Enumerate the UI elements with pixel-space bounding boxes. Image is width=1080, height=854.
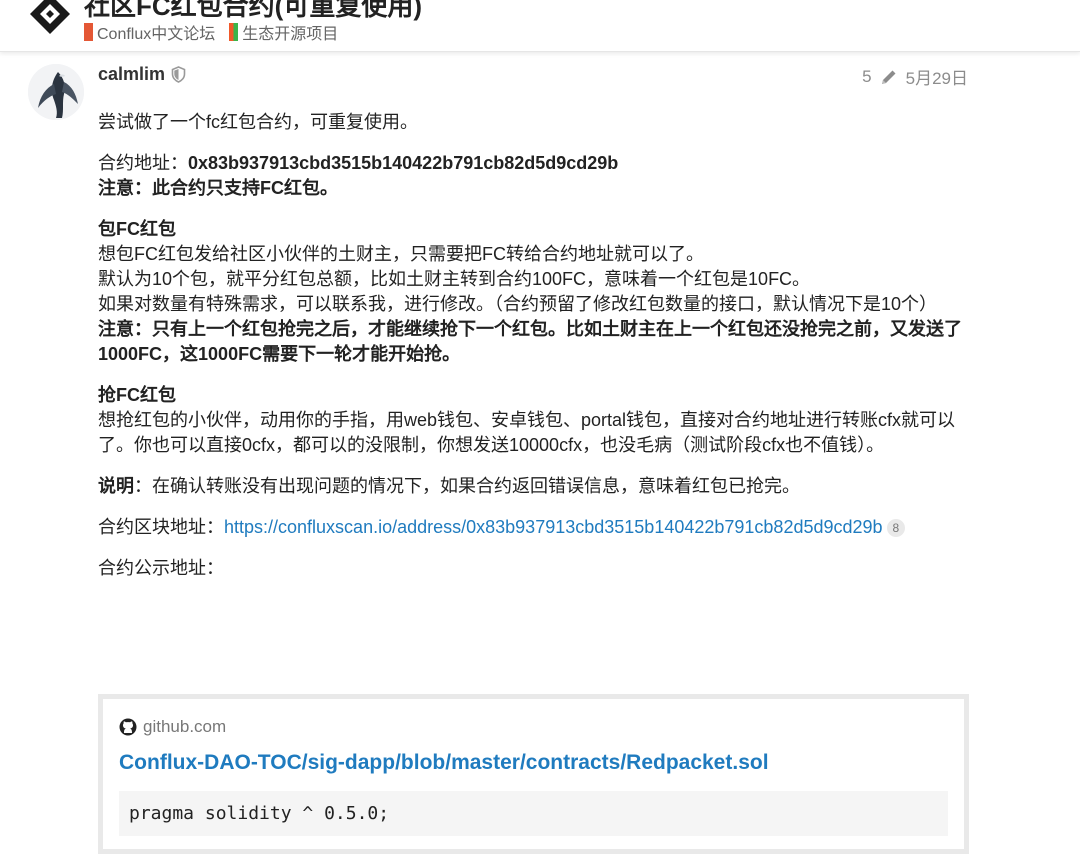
github-icon — [119, 718, 137, 736]
category-conflux-forum[interactable]: Conflux中文论坛 — [84, 20, 215, 44]
send-section: 包FC红包 想包FC红包发给社区小伙伴的土财主，只需要把FC转给合约地址就可以了… — [98, 217, 978, 367]
edit-count[interactable]: 5 — [862, 67, 871, 87]
grab-heading: 抢FC红包 — [98, 385, 176, 405]
avatar[interactable] — [28, 64, 84, 120]
address-label: 合约地址： — [98, 153, 188, 173]
onebox-domain[interactable]: github.com — [143, 717, 226, 737]
intro-text: 尝试做了一个fc红包合约，可重复使用。 — [98, 112, 418, 132]
fc-only-note: 注意：此合约只支持FC红包。 — [98, 178, 338, 198]
conflux-logo-icon[interactable] — [28, 0, 72, 36]
block-address-label: 合约区块地址： — [98, 517, 224, 537]
address-value: 0x83b937913cbd3515b140422b791cb82d5d9cd2… — [188, 153, 619, 173]
github-onebox: github.com Conflux-DAO-TOC/sig-dapp/blob… — [98, 694, 969, 854]
send-line: 想包FC红包发给社区小伙伴的土财主，只需要把FC转给合约地址就可以了。 — [98, 244, 704, 264]
category-label: 生态开源项目 — [242, 26, 339, 43]
send-note: 注意：只有上一个红包抢完之后，才能继续抢下一个红包。比如土财主在上一个红包还没抢… — [98, 319, 962, 364]
explain-label: 说明 — [98, 476, 134, 496]
send-line: 如果对数量有特殊需求，可以联系我，进行修改。（合约预留了修改红包数量的接口，默认… — [98, 294, 938, 314]
send-heading: 包FC红包 — [98, 219, 176, 239]
avatar-image — [28, 64, 84, 120]
contract-address-block: 合约地址：0x83b937913cbd3515b140422b791cb82d5… — [98, 151, 978, 201]
send-line: 默认为10个包，就平分红包总额，比如土财主转到合约100FC，意味着一个红包是1… — [98, 269, 811, 289]
topic-header: 社区FC红包合约(可重复使用) Conflux中文论坛 生态开源项目 — [0, 0, 1080, 52]
explain-text: ：在确认转账没有出现问题的情况下，如果合约返回错误信息，意味着红包已抢完。 — [134, 476, 800, 496]
code-line: pragma solidity ^ 0.5.0; — [129, 803, 390, 824]
onebox-source: github.com — [119, 717, 948, 737]
category-color-badge — [229, 23, 239, 41]
username[interactable]: calmlim — [98, 64, 165, 85]
category-label: Conflux中文论坛 — [97, 26, 216, 43]
shield-icon — [171, 66, 186, 83]
confluxscan-link[interactable]: https://confluxscan.io/address/0x83b9379… — [224, 517, 883, 537]
category-eco-open-source[interactable]: 生态开源项目 — [229, 20, 338, 44]
public-address-label: 合约公示地址： — [98, 558, 224, 578]
post-author: calmlim — [98, 64, 186, 85]
onebox-title-link[interactable]: Conflux-DAO-TOC/sig-dapp/blob/master/con… — [119, 751, 948, 775]
explain-section: 说明：在确认转账没有出现问题的情况下，如果合约返回错误信息，意味着红包已抢完。 — [98, 474, 978, 499]
post-body: 尝试做了一个fc红包合约，可重复使用。 合约地址：0x83b937913cbd3… — [98, 110, 978, 597]
grab-section: 抢FC红包 想抢红包的小伙伴，动用你的手指，用web钱包、安卓钱包、portal… — [98, 383, 978, 458]
pencil-icon[interactable] — [880, 68, 898, 86]
code-block: pragma solidity ^ 0.5.0; — [119, 791, 948, 836]
breadcrumb: Conflux中文论坛 生态开源项目 — [84, 20, 338, 44]
grab-text: 想抢红包的小伙伴，动用你的手指，用web钱包、安卓钱包、portal钱包，直接对… — [98, 410, 956, 455]
post-meta: 5 5月29日 — [862, 64, 968, 89]
link-click-count: 8 — [886, 519, 906, 537]
block-address-section: 合约区块地址：https://confluxscan.io/address/0x… — [98, 515, 978, 540]
category-color-badge — [84, 23, 93, 41]
post-date[interactable]: 5月29日 — [906, 64, 968, 89]
